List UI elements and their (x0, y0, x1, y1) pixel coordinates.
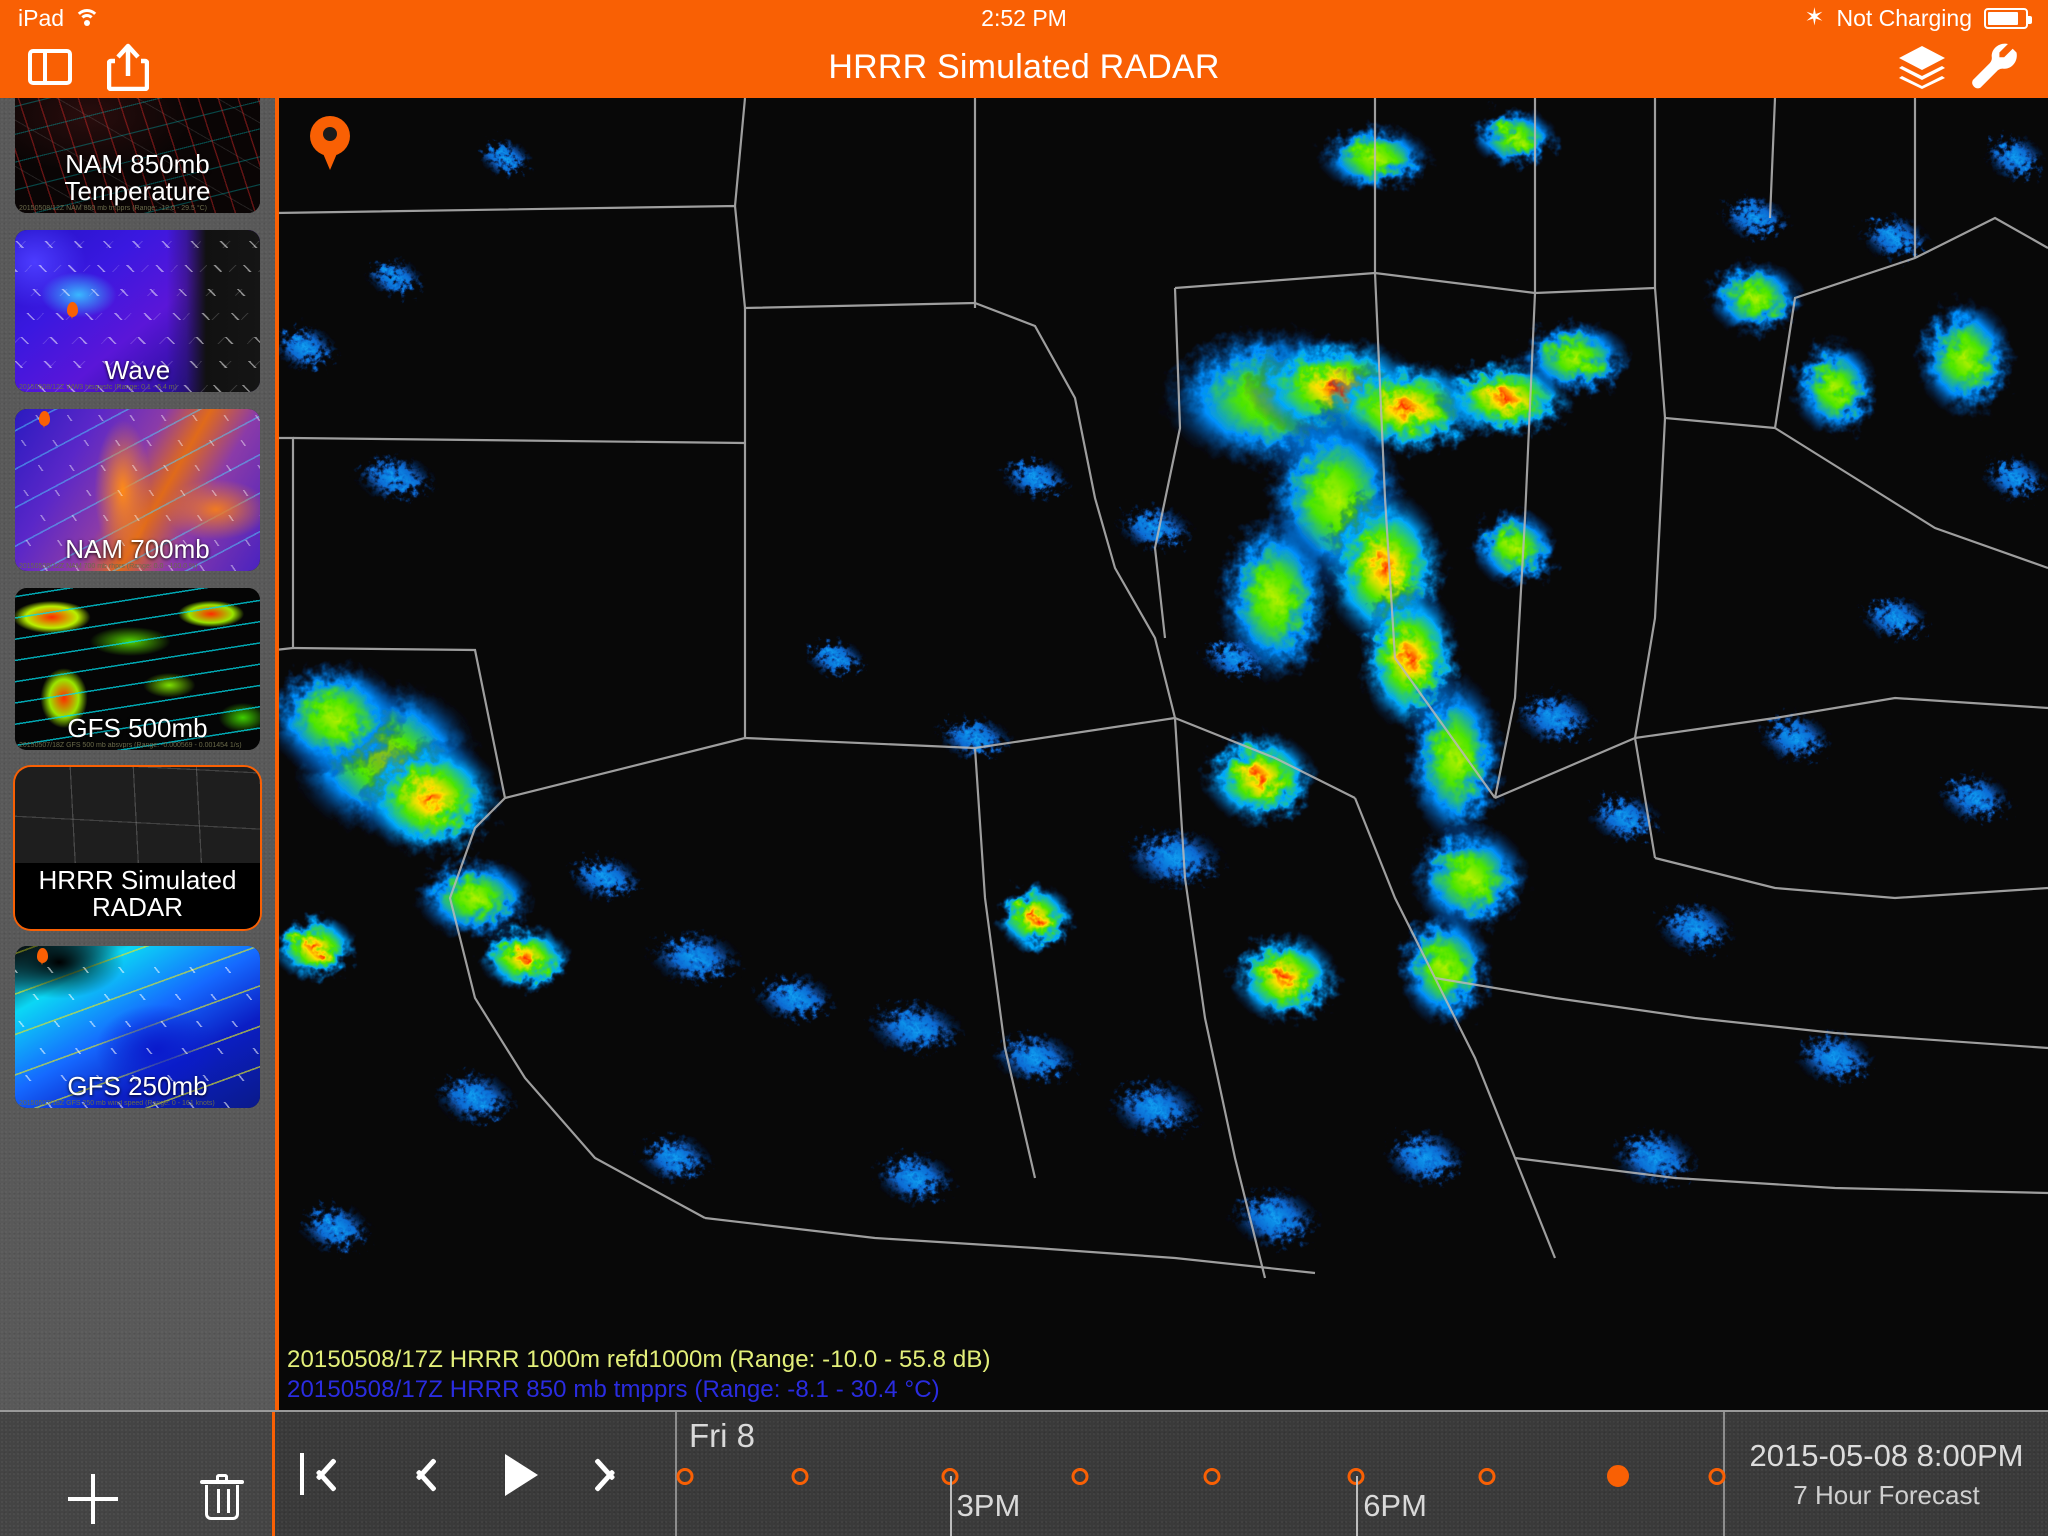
status-bar: iPad 2:52 PM ✶ Not Charging (0, 0, 2048, 36)
timeline-scrubber[interactable]: Fri 8 3PM 6PM (675, 1412, 1726, 1536)
timeline-tick[interactable] (1071, 1468, 1089, 1485)
location-pin-icon (67, 302, 78, 319)
timeline-hour-label: 3PM (956, 1488, 1021, 1523)
sidebar-item-nam-850mb-temperature[interactable]: 20150508/12Z NAM 850 mb tmpprs (Range: -… (15, 98, 260, 213)
timeline-day-label: Fri 8 (689, 1417, 755, 1454)
nav-bar: HRRR Simulated RADAR (0, 36, 2048, 98)
location-pin-icon (39, 411, 50, 428)
map-legend: 20150508/17Z HRRR 1000m refd1000m (Range… (287, 1345, 991, 1404)
forecast-hour-label: 7 Hour Forecast (1793, 1479, 1980, 1510)
wrench-icon (1972, 43, 2017, 89)
layer-sidebar[interactable]: 20150508/12Z NAM 850 mb tmpprs (Range: -… (0, 98, 275, 1410)
legend-line-temperature: 20150508/17Z HRRR 850 mb tmpprs (Range: … (287, 1375, 940, 1403)
state-borders-layer (275, 98, 2048, 1410)
forecast-datetime: 2015-05-08 8:00PM (1749, 1437, 2024, 1473)
play-button[interactable] (499, 1446, 543, 1502)
sidebar-item-gfs-500mb[interactable]: 20150507/18Z GFS 500 mb absvprs (Range: … (15, 588, 260, 750)
step-backward-button[interactable] (401, 1446, 445, 1502)
timeline-tick[interactable] (1478, 1468, 1496, 1485)
sidebar-item-label: HRRR Simulated RADAR (15, 862, 260, 929)
bottom-toolbar: Fri 8 3PM 6PM 2015-05-08 8:00PM 7 Hour F… (0, 1410, 2048, 1536)
sidebar-item-label: GFS 500mb (67, 713, 208, 744)
sidebar-item-label: NAM 700mb (65, 534, 210, 565)
settings-button[interactable] (1966, 36, 2026, 98)
play-icon (505, 1454, 538, 1496)
sidebar-item-label-line2: Temperature (64, 176, 211, 207)
sidebar-item-wave[interactable]: 20150508/12Z WW3 htsgwsfc (Range: 0.1 - … (15, 230, 260, 392)
skip-to-start-button[interactable] (300, 1446, 347, 1502)
sidebar-item-nam-700mb[interactable]: 20150508/12Z NAM 700 mb rhprs (Range: 0.… (15, 409, 260, 571)
timeline-hour-label: 6PM (1363, 1488, 1427, 1523)
legend-line-reflectivity: 20150508/17Z HRRR 1000m refd1000m (Range… (287, 1346, 991, 1374)
sidebar-item-label-line1: NAM 850mb (65, 148, 210, 179)
sidebar-item-gfs-250mb[interactable]: 20150507/18Z GFS 250 mb wind speed (Rang… (15, 946, 260, 1108)
sidebar-item-hrrr-simulated-radar[interactable]: 20150508/17Z HRRR 1000m refd1000m HRRR S… (15, 767, 260, 929)
timeline-tick[interactable] (791, 1468, 809, 1485)
layer-manage-controls (0, 1412, 275, 1536)
layers-icon (1899, 46, 1945, 89)
radar-map[interactable]: 20150508/17Z HRRR 1000m refd1000m (Range… (275, 98, 2048, 1410)
timeline-tick[interactable] (676, 1468, 694, 1485)
sidebar-map-divider (275, 98, 279, 1410)
step-forward-button[interactable] (597, 1446, 641, 1502)
playback-controls (275, 1412, 675, 1536)
location-pin-icon[interactable] (310, 116, 350, 170)
sidebar-item-label: NAM 850mb Temperature (15, 147, 260, 213)
location-pin-icon (37, 948, 48, 965)
timeline-tick[interactable] (1708, 1468, 1726, 1485)
sidebar-item-label: Wave (104, 355, 171, 386)
app-root: iPad 2:52 PM ✶ Not Charging HRRR Simulat… (0, 0, 2048, 1536)
battery-icon (1984, 7, 2032, 29)
timeline-tick[interactable] (1203, 1468, 1221, 1485)
forecast-readout: 2015-05-08 8:00PM 7 Hour Forecast (1723, 1412, 2048, 1536)
page-title: HRRR Simulated RADAR (828, 47, 1220, 86)
timeline-tick-active[interactable] (1607, 1465, 1630, 1487)
layers-button[interactable] (1892, 36, 1952, 98)
sidebar-item-label: GFS 250mb (67, 1071, 208, 1102)
status-bar-clock: 2:52 PM (981, 4, 1067, 31)
